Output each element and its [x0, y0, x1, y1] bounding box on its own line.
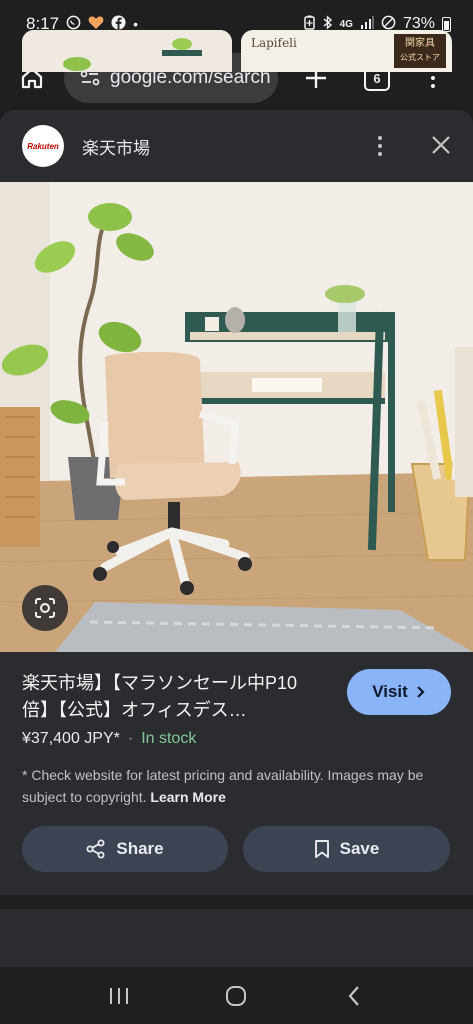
related-images-strip: [0, 895, 473, 967]
menu-dot: [431, 84, 435, 88]
menu-dot: [378, 152, 382, 156]
bookmark-icon: [314, 840, 329, 858]
product-image[interactable]: [0, 182, 473, 652]
back-button[interactable]: [334, 976, 374, 1016]
back-icon: [348, 985, 359, 1006]
thumb-store-badge: 関家具 公式ストア: [394, 34, 446, 68]
badge-line-2: 公式ストア: [400, 53, 440, 62]
4g-icon: 4G: [339, 18, 353, 30]
related-image-thumb[interactable]: Lapifeli 関家具 公式ストア: [241, 30, 452, 72]
lens-icon: [35, 598, 55, 618]
product-title[interactable]: 楽天市場】【マラソンセール中P10倍】【公式】オフィスデス…: [22, 670, 322, 724]
menu-dot: [431, 76, 435, 80]
thumb-brand-text: Lapifeli: [251, 36, 297, 50]
home-circle-icon: [226, 985, 247, 1006]
product-info-panel: 楽天市場】【マラソンセール中P10倍】【公式】オフィスデス… Visit ¥37…: [0, 652, 473, 895]
close-button[interactable]: [431, 132, 451, 160]
share-button[interactable]: Share: [22, 826, 228, 872]
separator: ·: [127, 730, 134, 747]
visit-label: Visit: [372, 682, 408, 701]
share-icon: [86, 839, 105, 859]
google-lens-button[interactable]: [22, 585, 68, 631]
more-vert-icon: [378, 136, 382, 140]
save-label: Save: [339, 839, 380, 858]
share-label: Share: [116, 839, 164, 858]
price-row: ¥37,400 JPY* · In stock: [22, 730, 196, 748]
menu-dot: [378, 144, 382, 148]
learn-more-link[interactable]: Learn More: [150, 789, 225, 805]
thumb-photo: [22, 30, 232, 72]
tab-count: 6: [373, 70, 381, 86]
product-photo: [0, 182, 473, 652]
related-images-sheet: [0, 909, 473, 967]
close-icon: [432, 136, 450, 154]
site-name[interactable]: 楽天市場: [82, 134, 150, 159]
save-button[interactable]: Save: [243, 826, 450, 872]
battery-icon: [442, 16, 451, 32]
visit-button[interactable]: Visit: [347, 669, 451, 715]
rakuten-logo-text: Rakuten: [27, 141, 59, 151]
recent-apps-icon: [109, 987, 128, 1004]
sheet-more-button[interactable]: [375, 136, 385, 156]
recent-apps-button[interactable]: [99, 976, 139, 1016]
site-logo[interactable]: Rakuten: [22, 125, 64, 167]
home-nav-button[interactable]: [216, 976, 256, 1016]
badge-line-1: 関家具: [405, 38, 435, 49]
product-price: ¥37,400 JPY*: [22, 730, 120, 747]
chevron-right-icon: [417, 686, 425, 698]
system-nav-bar: [0, 967, 473, 1024]
result-sheet-header: Rakuten 楽天市場: [0, 110, 473, 182]
related-image-thumb[interactable]: [22, 30, 232, 72]
stock-status: In stock: [141, 730, 197, 747]
disclaimer-text: * Check website for latest pricing and a…: [22, 764, 452, 808]
